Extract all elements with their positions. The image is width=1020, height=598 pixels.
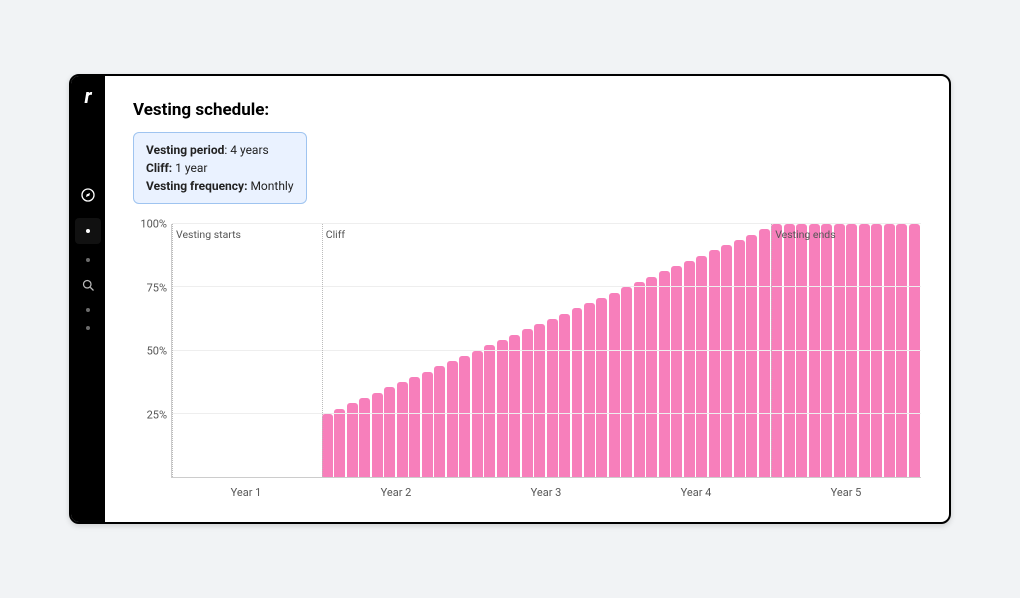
- compass-icon[interactable]: [79, 186, 97, 204]
- main-content: Vesting schedule: Vesting period: 4 year…: [105, 76, 949, 522]
- bar: [884, 224, 895, 477]
- vesting-info-box: Vesting period: 4 years Cliff: 1 year Ve…: [133, 132, 307, 204]
- sidebar-dot-icon: [86, 308, 90, 312]
- bar: [572, 308, 583, 477]
- bar: [384, 387, 395, 477]
- gridline: [172, 350, 921, 351]
- y-tick-label: 50%: [147, 345, 167, 358]
- bar: [646, 277, 657, 477]
- bar: [709, 250, 720, 477]
- y-axis: 25%50%75%100%: [133, 224, 171, 478]
- x-tick-label: Year 3: [531, 486, 562, 499]
- bar: [547, 319, 558, 477]
- bar: [821, 224, 832, 477]
- info-row: Cliff: 1 year: [146, 159, 294, 177]
- sidebar-dot-icon: [86, 258, 90, 262]
- y-tick-label: 75%: [147, 281, 167, 294]
- x-axis: Year 1 Year 2 Year 3 Year 4 Year 5: [171, 478, 921, 504]
- bar: [684, 261, 695, 477]
- sidebar: r: [71, 76, 105, 522]
- bar: [372, 393, 383, 477]
- info-row: Vesting frequency: Monthly: [146, 177, 294, 195]
- marker-label: Vesting starts: [176, 228, 241, 241]
- bar: [472, 351, 483, 478]
- gridline: [172, 223, 921, 224]
- marker-label: Vesting ends: [775, 228, 835, 241]
- gridline: [172, 413, 921, 414]
- bar: [596, 298, 607, 477]
- bar: [584, 303, 595, 477]
- app-window: r Vesting schedule: Vesting period: 4 ye…: [69, 74, 951, 524]
- bar: [896, 224, 907, 477]
- info-row: Vesting period: 4 years: [146, 141, 294, 159]
- bar: [671, 266, 682, 477]
- x-tick-label: Year 2: [381, 486, 412, 499]
- marker-line: [771, 224, 772, 477]
- bar: [322, 414, 333, 477]
- search-icon[interactable]: [79, 276, 97, 294]
- bar: [759, 229, 770, 477]
- marker-line: [172, 224, 173, 477]
- bar: [422, 372, 433, 477]
- bar: [447, 361, 458, 477]
- bar: [846, 224, 857, 477]
- sidebar-dot-icon: [86, 326, 90, 330]
- chart: 25%50%75%100% Vesting startsCliffVesting…: [133, 224, 921, 478]
- bar: [859, 224, 870, 477]
- gridline: [172, 286, 921, 287]
- bar: [609, 293, 620, 477]
- bar: [621, 287, 632, 477]
- bar: [397, 382, 408, 477]
- x-tick-label: Year 5: [831, 486, 862, 499]
- bar: [459, 356, 470, 477]
- bar: [634, 282, 645, 477]
- bar: [522, 329, 533, 477]
- sidebar-active-item[interactable]: [75, 218, 101, 244]
- bar: [497, 340, 508, 477]
- bar: [784, 224, 795, 477]
- bar: [559, 314, 570, 477]
- bar: [809, 224, 820, 477]
- bar: [746, 235, 757, 477]
- bar: [659, 271, 670, 477]
- bar: [434, 366, 445, 477]
- plot-area: Vesting starts Cliff Vesting ends: [171, 224, 921, 478]
- bar: [909, 224, 920, 477]
- bar: [696, 256, 707, 477]
- bar: [334, 409, 345, 478]
- bar: [347, 403, 358, 477]
- bar: [409, 377, 420, 477]
- bar: [834, 224, 845, 477]
- y-tick-label: 25%: [147, 408, 167, 421]
- bar: [721, 245, 732, 477]
- app-logo-icon: r: [84, 84, 91, 106]
- bars-container: [172, 224, 921, 477]
- bar: [509, 335, 520, 477]
- x-tick-label: Year 4: [681, 486, 712, 499]
- marker-line: [322, 224, 323, 477]
- marker-label: Cliff: [326, 228, 345, 241]
- bar: [734, 240, 745, 477]
- bar: [484, 345, 495, 477]
- bar: [534, 324, 545, 477]
- bar: [359, 398, 370, 477]
- bar: [796, 224, 807, 477]
- x-tick-label: Year 1: [231, 486, 262, 499]
- page-title: Vesting schedule:: [133, 100, 921, 120]
- bar: [771, 224, 782, 477]
- bar: [871, 224, 882, 477]
- y-tick-label: 100%: [140, 218, 167, 231]
